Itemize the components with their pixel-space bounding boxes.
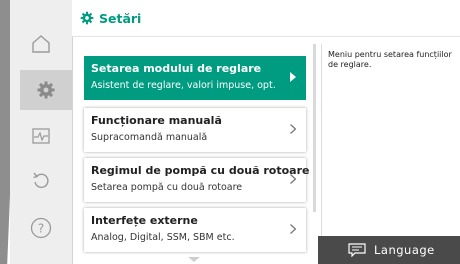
menu-item-control-mode[interactable]: Setarea modului de reglare Asistent de r… bbox=[84, 56, 306, 100]
app-frame: ? Setări Setarea modului de reglare Asis… bbox=[0, 0, 460, 264]
sidebar-item-restore[interactable] bbox=[22, 160, 60, 200]
menu-item-title: Interfețe externe bbox=[91, 214, 198, 227]
chevron-right-icon bbox=[290, 224, 296, 234]
menu-item-title: Setarea modului de reglare bbox=[91, 62, 262, 75]
menu-item-manual-operation[interactable]: Funcționare manuală Supracomandă manuală bbox=[84, 108, 306, 152]
sidebar-item-settings[interactable] bbox=[20, 70, 72, 110]
sidebar-item-diagnostics[interactable] bbox=[22, 116, 60, 156]
menu-item-title: Funcționare manuală bbox=[91, 114, 222, 127]
chevron-right-icon bbox=[290, 124, 296, 134]
gear-icon bbox=[37, 81, 55, 99]
undo-icon bbox=[33, 172, 49, 188]
menu-item-subtitle: Supracomandă manuală bbox=[91, 132, 208, 143]
page-title: Setări bbox=[99, 10, 142, 26]
menu-item-subtitle: Analog, Digital, SSM, SBM etc. bbox=[91, 232, 235, 243]
chevron-right-icon bbox=[290, 174, 296, 184]
scroll-down-indicator bbox=[188, 257, 200, 262]
menu-item-subtitle: Asistent de reglare, valori impuse, opt… bbox=[91, 80, 275, 91]
sidebar-item-home[interactable] bbox=[22, 24, 60, 64]
menu-item-twin-pump[interactable]: Regimul de pompă cu două rotoare Setarea… bbox=[84, 158, 310, 202]
header-bar: Setări bbox=[72, 0, 460, 37]
pulse-icon bbox=[32, 128, 50, 144]
menu-item-subtitle: Setarea pompă cu două rotoare bbox=[91, 182, 243, 193]
chat-icon bbox=[348, 243, 366, 257]
sidebar: ? bbox=[10, 0, 73, 264]
help-icon: ? bbox=[30, 217, 52, 239]
info-panel: Meniu pentru setarea funcțiilor de regla… bbox=[321, 44, 460, 239]
sidebar-item-help[interactable]: ? bbox=[22, 208, 60, 248]
language-button[interactable]: Language bbox=[318, 236, 460, 264]
menu-item-external-interfaces[interactable]: Interfețe externe Analog, Digital, SSM, … bbox=[84, 208, 306, 252]
home-icon bbox=[32, 35, 50, 53]
chevron-right-icon bbox=[290, 72, 296, 82]
menu-scrollbar[interactable] bbox=[313, 44, 316, 212]
menu-item-title: Regimul de pompă cu două rotoare bbox=[91, 164, 310, 177]
svg-text:?: ? bbox=[38, 222, 44, 236]
info-text: Meniu pentru setarea funcțiilor de regla… bbox=[328, 50, 452, 69]
language-label: Language bbox=[374, 243, 435, 257]
gear-icon bbox=[80, 11, 94, 25]
